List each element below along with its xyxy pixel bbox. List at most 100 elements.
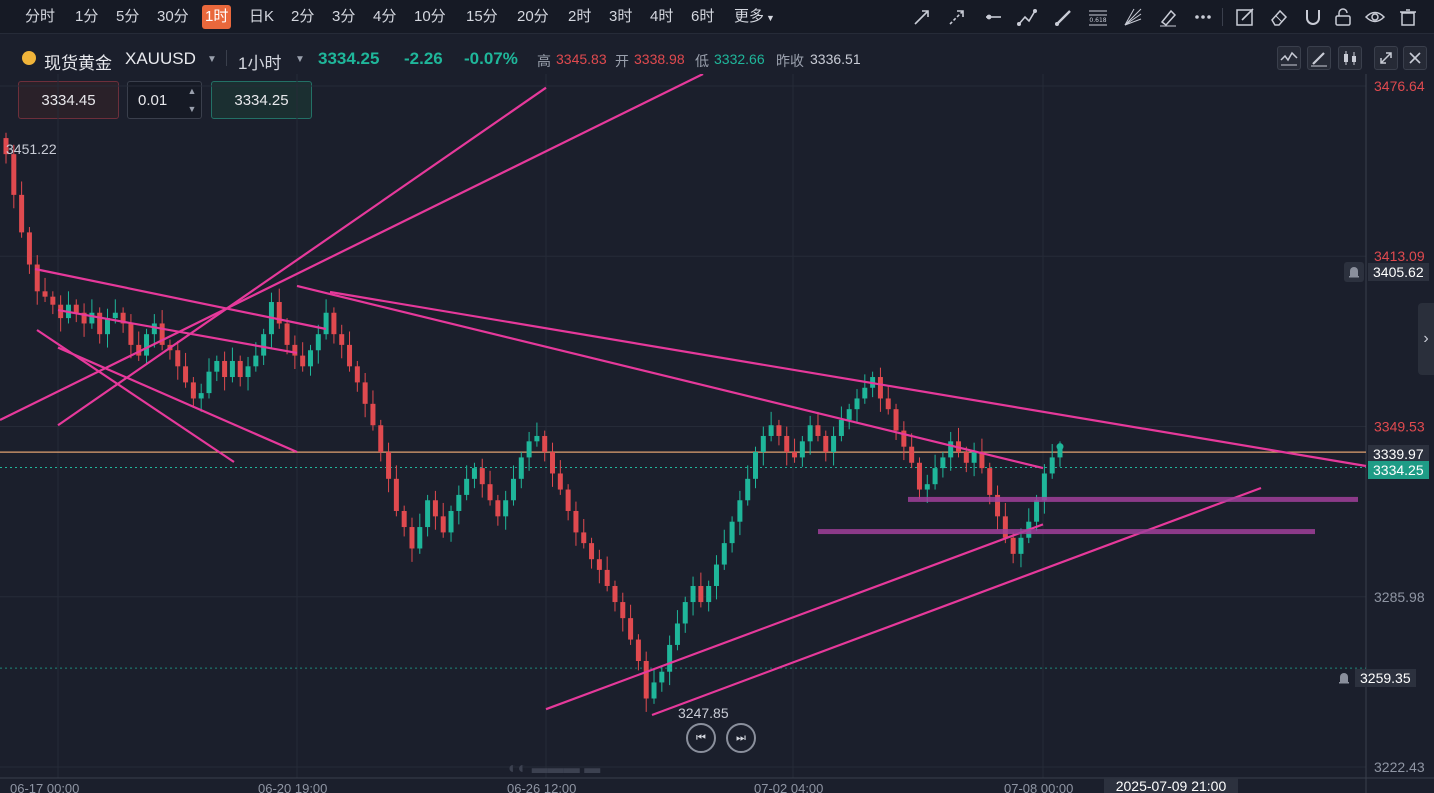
timeframe-2h[interactable]: 2时 [565,5,594,29]
timeframe-tick[interactable]: 分时 [22,5,58,29]
candle-body [409,527,415,549]
candle-body [760,435,766,453]
candle-body [573,510,579,533]
symbol-code[interactable]: XAUUSD [125,49,196,69]
candle-body [378,425,384,453]
prev-close-value: 3336.51 [810,51,861,67]
highlighter-icon[interactable] [1157,6,1179,28]
candle-body [838,419,844,436]
scroll-back-button[interactable]: ⏮ [686,723,716,753]
candle-body [339,334,345,345]
candle-body [26,232,32,265]
fibonacci-icon[interactable]: 0.618 [1087,6,1109,28]
bell-icon[interactable] [1344,262,1364,282]
eye-icon[interactable] [1364,6,1386,28]
open-value: 3338.98 [634,51,685,67]
candle-body [651,682,657,699]
y-tick-label: 3285.98 [1374,589,1425,605]
candle-body [151,323,157,335]
symbol-caret-icon[interactable]: ▼ [207,54,217,65]
candle-body [776,425,782,436]
expand-icon[interactable] [1374,46,1398,70]
candle-body [940,457,946,469]
timeframe-4m[interactable]: 4分 [370,5,399,29]
candle-style-button[interactable] [1338,46,1362,70]
high-value: 3345.83 [556,51,607,67]
support-zone [908,496,1358,502]
candle-body [596,559,602,570]
candle-body [261,334,267,356]
timeframe-toolbar: 分时 1分 5分 30分 1时 日K 2分 3分 4分 10分 15分 20分 … [0,0,1434,34]
bell-icon[interactable] [1334,668,1354,688]
trash-icon[interactable] [1397,6,1419,28]
candle-body [417,527,423,549]
magnet-icon[interactable] [1302,6,1324,28]
candle-body [456,494,462,511]
candle-body [315,334,321,351]
candle-body [1010,537,1016,554]
draw-toggle-button[interactable] [1307,46,1331,70]
dashed-arrow-icon[interactable] [946,6,968,28]
scroll-forward-button[interactable]: ⏭ [726,723,756,753]
timeframe-3h[interactable]: 3时 [606,5,635,29]
timeframe-20m[interactable]: 20分 [514,5,552,29]
candle-body [448,510,454,533]
side-panel-toggle[interactable]: › [1418,303,1434,375]
timeframe-30m[interactable]: 30分 [154,5,192,29]
watermark-logo: ◐◐ ▬▬▬ ▬ [508,760,600,777]
candle-body [144,334,150,356]
timeframe-1m[interactable]: 1分 [72,5,101,29]
candle-body [721,543,727,565]
timeframe-more[interactable]: 更多 ▼ [731,5,778,29]
interval-caret-icon[interactable]: ▼ [295,54,305,65]
timeframe-day[interactable]: 日K [246,5,277,29]
alert-price-tag[interactable]: 3405.62 [1368,263,1429,281]
indicator-button[interactable] [1277,46,1301,70]
arrow-line-icon[interactable] [911,6,933,28]
eraser-icon[interactable] [1268,6,1290,28]
edit-icon[interactable] [1234,6,1256,28]
x-tick-label: 06-20 19:00 [258,781,328,793]
timeframe-10m[interactable]: 10分 [411,5,449,29]
polyline-icon[interactable] [1016,6,1038,28]
candle-body [815,425,821,436]
fan-icon[interactable] [1122,6,1144,28]
timeframe-3m[interactable]: 3分 [329,5,358,29]
close-icon[interactable] [1403,46,1427,70]
candle-body [89,312,95,324]
candle-body [1018,537,1024,554]
alert-price-tag-low[interactable]: 3259.35 [1355,669,1416,687]
candle-body [471,468,477,479]
candlestick-chart[interactable]: 3476.64 3413.09 3349.53 3285.98 3222.43 ◐◐ ▬▬… [0,74,1434,793]
timeframe-6h[interactable]: 6时 [688,5,717,29]
candle-body [565,489,571,511]
candle-body [11,154,17,195]
price-change: -2.26 [404,49,443,68]
timeframe-5m[interactable]: 5分 [113,5,142,29]
interval-label[interactable]: 1小时 [238,49,281,74]
symbol-name[interactable]: 现货黄金 [44,49,112,74]
y-tick-label: 3413.09 [1374,248,1425,264]
candle-body [862,387,868,399]
horizontal-line-icon[interactable] [982,6,1004,28]
timeframe-1h[interactable]: 1时 [202,5,232,29]
candle-body [503,500,509,517]
candle-body [604,569,610,586]
candle-body [1002,516,1008,538]
candle-body [495,500,501,517]
toolbar-divider [1222,8,1223,26]
timeframe-4h[interactable]: 4时 [647,5,676,29]
timeframe-15m[interactable]: 15分 [463,5,501,29]
candle-body [753,452,759,479]
more-dots-icon[interactable] [1192,6,1214,28]
candle-body [128,323,134,345]
timeframe-2m[interactable]: 2分 [288,5,317,29]
candle-body [1034,500,1040,522]
trendline-extension [651,486,1262,717]
candle-body [104,318,110,335]
candle-body [823,435,829,453]
brush-icon[interactable] [1052,6,1074,28]
candle-body [526,441,532,458]
lock-icon[interactable] [1332,6,1354,28]
support-zone [818,529,1315,535]
